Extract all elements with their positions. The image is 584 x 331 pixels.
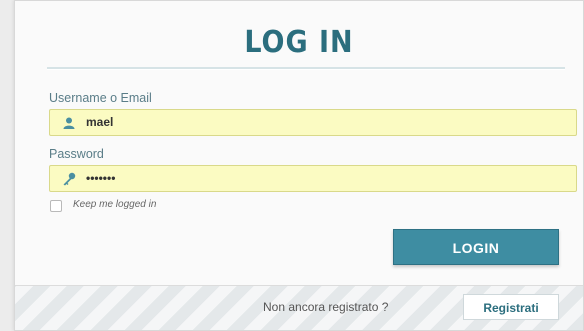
remember-checkbox[interactable] [50,200,62,212]
password-label: Password [49,147,104,161]
page-title: LOG IN [244,25,354,60]
user-icon [63,117,75,129]
username-field[interactable]: mael [49,109,577,136]
password-value: ••••••• [86,171,116,185]
remember-label[interactable]: Keep me logged in [73,199,156,210]
key-icon [63,172,76,186]
login-card: LOG IN Username o Email mael Password ••… [14,0,584,331]
username-value: mael [86,115,114,129]
title-divider [47,67,565,70]
login-button[interactable]: LOGIN [393,229,559,265]
register-button[interactable]: Registrati [463,294,559,320]
footer-text: Non ancora registrato ? [263,300,389,314]
username-label: Username o Email [49,91,152,105]
footer-bar: Non ancora registrato ? Registrati [15,285,583,330]
password-field[interactable]: ••••••• [49,165,577,192]
